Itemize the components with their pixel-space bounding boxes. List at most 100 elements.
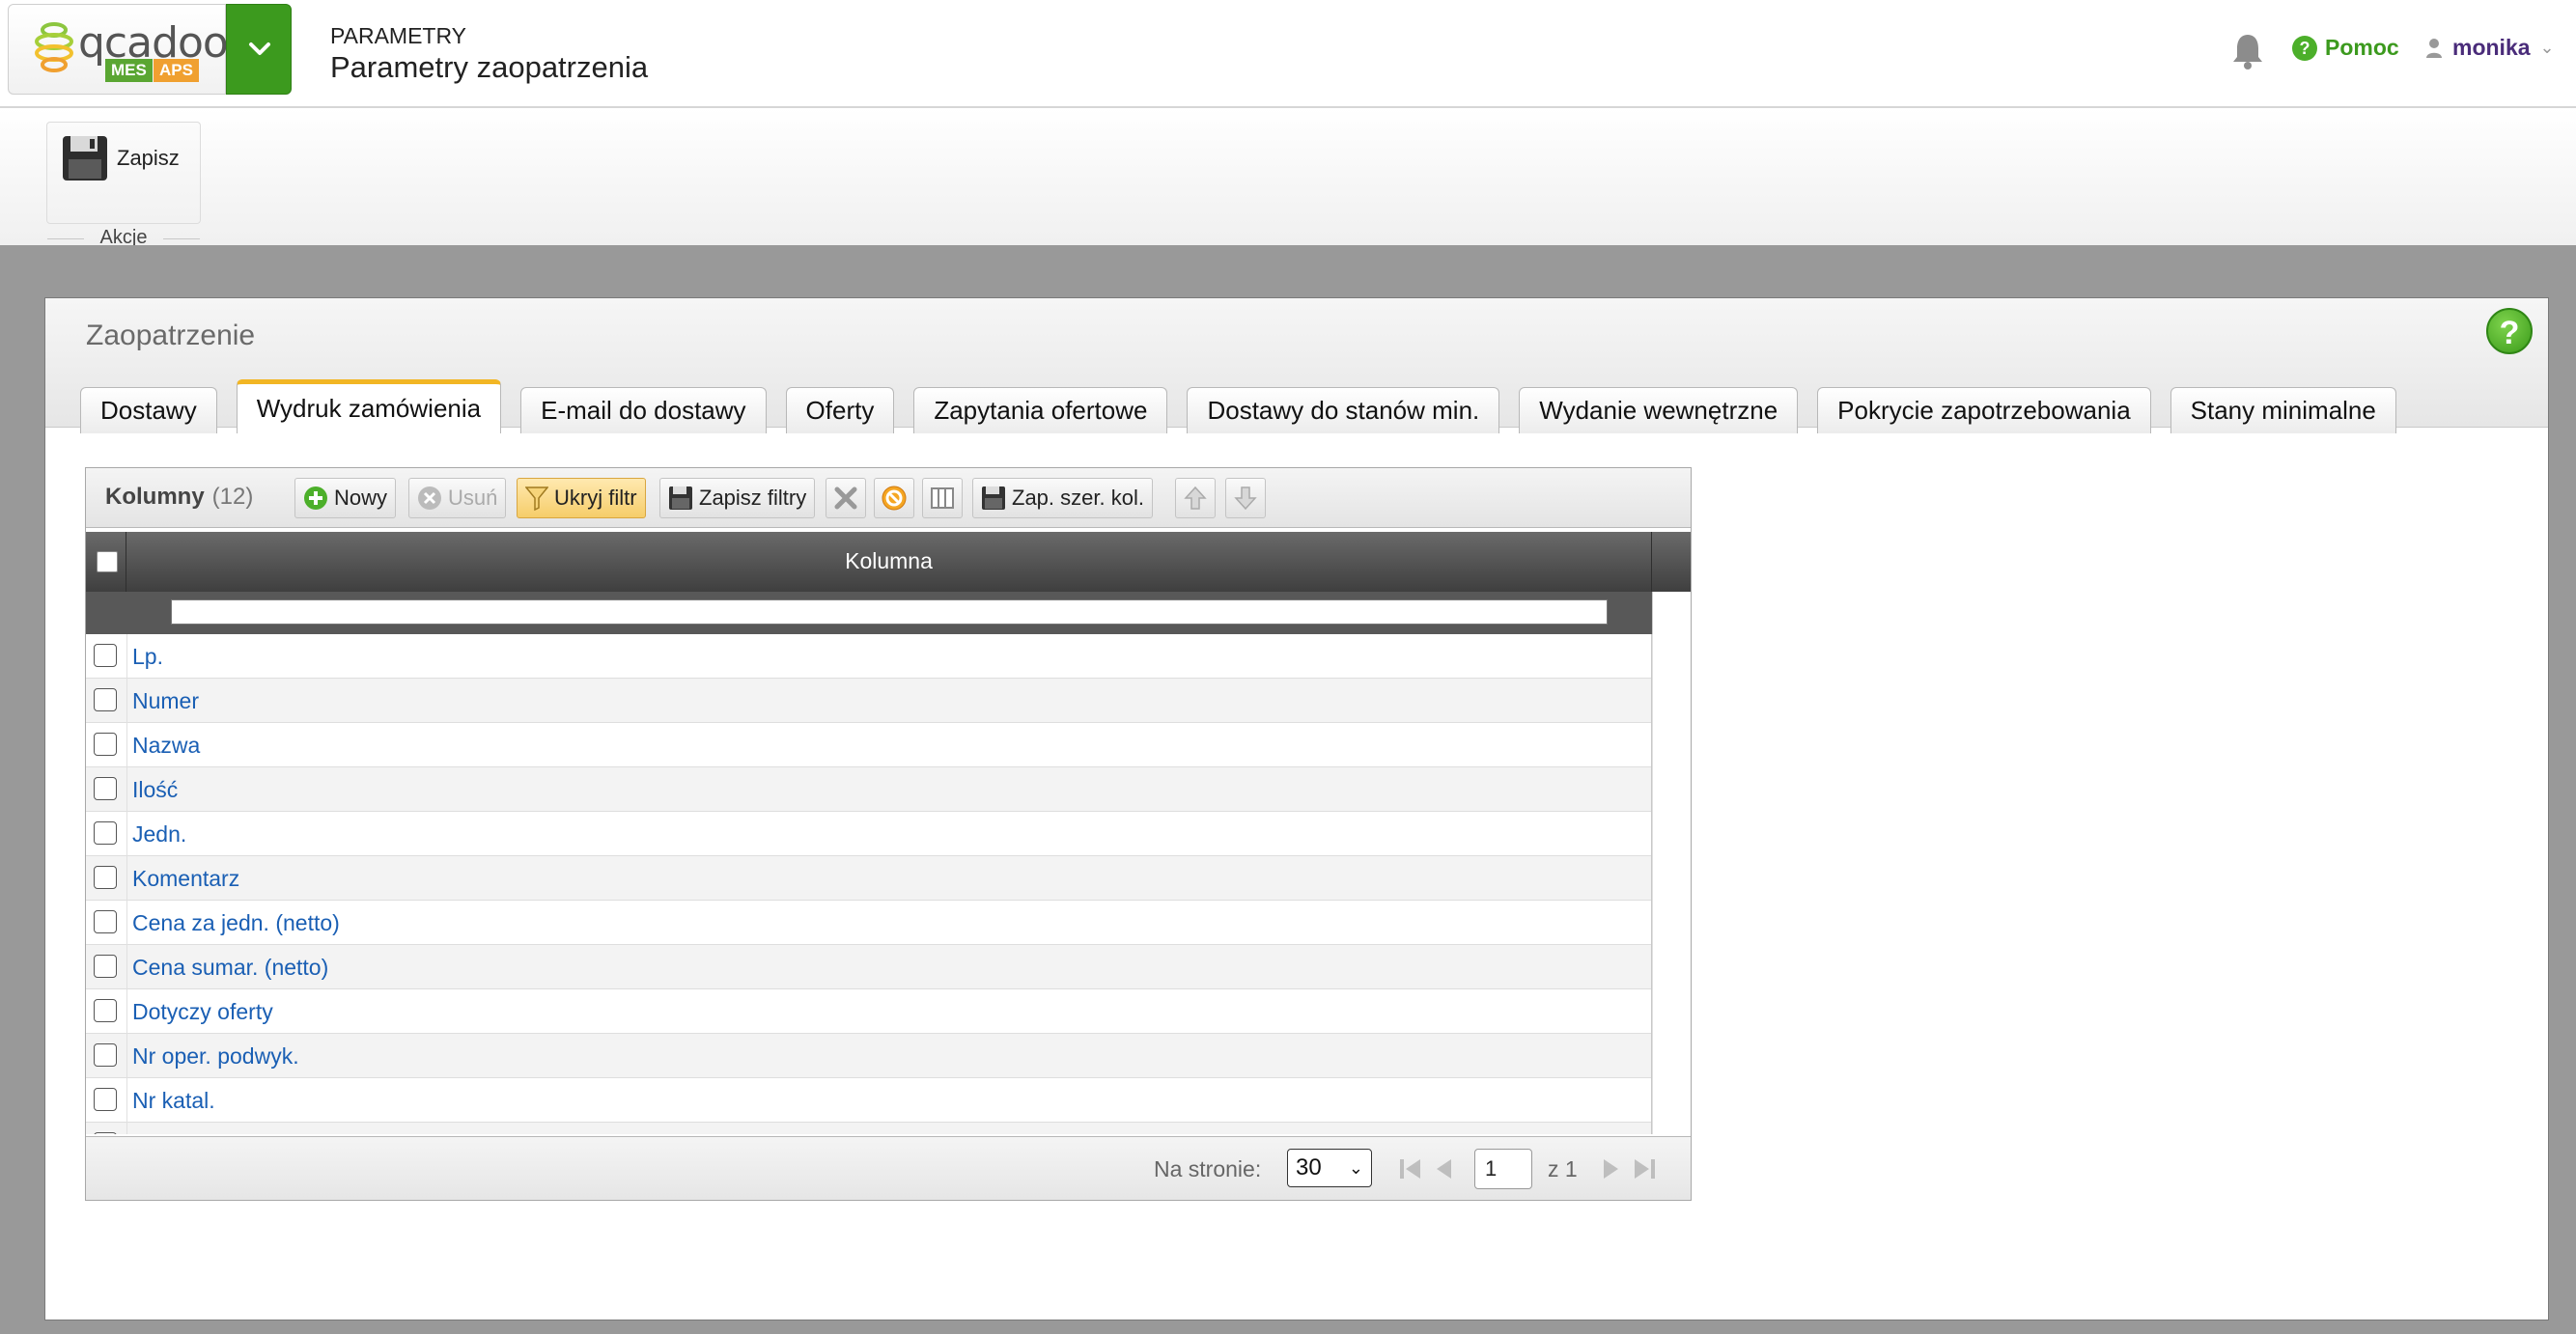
row-checkbox[interactable] [94,821,117,845]
move-down-button[interactable] [1225,478,1266,518]
table-row[interactable]: Ilość [86,767,1651,812]
tab-email-do-dostawy[interactable]: E-mail do dostawy [520,387,767,433]
floppy-disk-icon [669,486,692,510]
tab-oferty[interactable]: Oferty [785,387,895,433]
grid-rows: Lp. Numer Nazwa Ilość Jedn. Komentarz Ce… [86,634,1652,1134]
first-page-icon[interactable] [1397,1156,1424,1181]
hide-filter-label: Ukryj filtr [554,486,637,510]
page-number-input[interactable]: 1 [1474,1149,1532,1189]
row-checkbox[interactable] [94,777,117,800]
per-page-select[interactable]: 30 ⌄ [1287,1149,1372,1187]
per-page-value: 30 [1296,1154,1322,1181]
grid-toolbar: Kolumny (12) Nowy Usuń Ukryj filtr Zapis… [86,468,1691,528]
row-checkbox[interactable] [94,644,117,667]
tab-wydanie-wewnetrzne[interactable]: Wydanie wewnętrzne [1519,387,1799,433]
table-row[interactable]: Jedn. [86,812,1651,856]
row-checkbox[interactable] [94,1132,117,1134]
badge-aps: APS [154,59,199,82]
row-label[interactable]: Ilość [132,777,178,803]
table-row[interactable]: Lp. [86,634,1651,679]
new-button[interactable]: Nowy [294,478,397,518]
row-label[interactable]: Cena sumar. (netto) [132,955,328,981]
ribbon-group-actions: Zapisz Akcje [46,122,201,248]
save-column-widths-button[interactable]: Zap. szer. kol. [972,478,1153,518]
table-row[interactable]: Nr katal. [86,1078,1651,1123]
row-label[interactable]: Lp. [132,644,163,670]
user-menu[interactable]: monika ⌄ [2425,35,2555,61]
row-checkbox[interactable] [94,1088,117,1111]
save-filters-label: Zapisz filtry [699,486,807,510]
tab-zapytania-ofertowe[interactable]: Zapytania ofertowe [913,387,1168,433]
plus-circle-icon [304,486,327,510]
table-row[interactable]: Cena za jedn. (netto) [86,901,1651,945]
help-icon: ? [2292,35,2317,61]
last-page-icon[interactable] [1631,1156,1658,1181]
row-separator [126,812,127,856]
grid-caption-label: Kolumny [105,484,205,510]
top-bar: qcadoo MES APS PARAMETRY Parametry zaopa… [0,0,2576,108]
row-separator [126,634,127,679]
row-checkbox[interactable] [94,688,117,711]
page-title: Parametry zaopatrzenia [330,50,649,84]
row-label[interactable]: Komentarz [132,866,239,892]
clear-filters-button[interactable] [826,478,866,518]
row-checkbox[interactable] [94,955,117,978]
save-filters-button[interactable]: Zapisz filtry [659,478,816,518]
select-all-checkbox[interactable] [97,551,118,572]
row-label[interactable]: Dotyczy oferty [132,999,273,1025]
table-row[interactable]: Nazwa [86,723,1651,767]
row-label[interactable]: Cena za jedn. (netto) [132,910,340,936]
help-link[interactable]: ? Pomoc [2292,35,2399,61]
reset-button[interactable] [874,478,914,518]
move-up-button[interactable] [1175,478,1216,518]
column-filter-input[interactable] [171,599,1608,625]
row-checkbox[interactable] [94,1043,117,1067]
row-label[interactable]: Nazwa [132,733,200,759]
panel-title: Zaopatrzenie [86,320,256,351]
tab-pokrycie-zapotrzebowania[interactable]: Pokrycie zapotrzebowania [1817,387,2151,433]
save-button[interactable]: Zapisz [61,134,180,182]
table-row[interactable]: Nr oper. podwyk. [86,1034,1651,1078]
bell-icon[interactable] [2228,31,2267,71]
columns-icon [931,487,954,509]
table-row[interactable]: Komentarz [86,856,1651,901]
page-category: PARAMETRY [330,23,467,48]
row-label[interactable]: Jedn. [132,821,186,848]
chevron-down-icon [249,42,270,55]
delete-button[interactable]: Usuń [408,478,507,518]
row-separator [126,1078,127,1123]
main-menu-toggle[interactable] [226,4,292,95]
badge-mes: MES [105,59,153,82]
help-icon[interactable]: ? [2486,308,2533,354]
table-row-partial[interactable] [86,1123,1651,1134]
previous-page-icon[interactable] [1430,1156,1457,1181]
tab-wydruk-zamowienia[interactable]: Wydruk zamówienia [236,379,502,433]
ribbon: Zapisz Akcje [0,108,2576,248]
user-name: monika [2452,35,2531,60]
row-label[interactable]: Nr oper. podwyk. [132,1043,299,1070]
row-separator [126,901,127,945]
clear-x-icon [834,486,857,510]
row-separator [126,1123,127,1134]
row-checkbox[interactable] [94,733,117,756]
row-label[interactable]: Numer [132,688,199,714]
column-header-kolumna[interactable]: Kolumna [126,532,1652,592]
row-checkbox[interactable] [94,910,117,933]
row-checkbox[interactable] [94,866,117,889]
row-label[interactable]: Nr katal. [132,1088,215,1114]
hide-filter-button[interactable]: Ukryj filtr [517,478,646,518]
tab-bar: Dostawy Wydruk zamówienia E-mail do dost… [80,379,2396,433]
row-separator [126,767,127,812]
tab-dostawy-do-stanow-min[interactable]: Dostawy do stanów min. [1187,387,1500,433]
next-page-icon[interactable] [1598,1156,1625,1181]
chevron-down-icon: ⌄ [1348,1158,1363,1178]
table-row[interactable]: Dotyczy oferty [86,989,1651,1034]
table-row[interactable]: Cena sumar. (netto) [86,945,1651,989]
columns-button[interactable] [922,478,963,518]
row-checkbox[interactable] [94,999,117,1022]
grid-footer: Na stronie: 30 ⌄ 1 z 1 [86,1136,1691,1200]
table-row[interactable]: Numer [86,679,1651,723]
tab-dostawy[interactable]: Dostawy [80,387,217,433]
tab-stany-minimalne[interactable]: Stany minimalne [2170,387,2396,433]
app-logo[interactable]: qcadoo MES APS [8,4,229,95]
